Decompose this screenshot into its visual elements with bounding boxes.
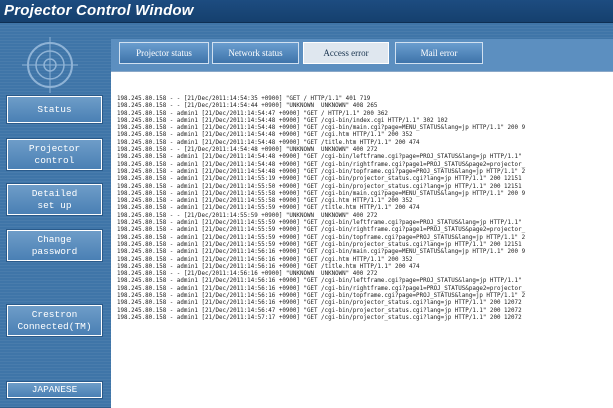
- tab-network-status[interactable]: Network status: [212, 42, 299, 64]
- log-line: 198.245.80.158 - admin1 [21/Dec/2011:14:…: [117, 293, 526, 300]
- access-log: 198.245.80.158 - - [21/Dec/2011:14:54:35…: [117, 96, 525, 322]
- log-line: 198.245.80.158 - admin1 [21/Dec/2011:14:…: [117, 249, 526, 256]
- log-line: 198.245.80.158 - admin1 [21/Dec/2011:14:…: [117, 190, 526, 197]
- log-line: 198.245.80.158 - admin1 [21/Dec/2011:14:…: [117, 198, 413, 205]
- log-line: 198.245.80.158 - - [21/Dec/2011:14:55:59…: [117, 212, 378, 219]
- sidebar-item-label: Change password: [31, 233, 78, 257]
- log-line: 198.245.80.158 - admin1 [21/Dec/2011:14:…: [117, 176, 522, 183]
- log-line: 198.245.80.158 - admin1 [21/Dec/2011:14:…: [117, 125, 526, 132]
- log-line: 198.245.80.158 - - [21/Dec/2011:14:54:35…: [117, 96, 371, 102]
- log-line: 198.245.80.158 - admin1 [21/Dec/2011:14:…: [117, 241, 522, 248]
- log-line: 198.245.80.158 - admin1 [21/Dec/2011:14:…: [117, 314, 522, 321]
- log-line: 198.245.80.158 - - [21/Dec/2011:14:56:16…: [117, 271, 378, 278]
- sidebar-item-status[interactable]: Status: [7, 96, 102, 123]
- log-line: 198.245.80.158 - admin1 [21/Dec/2011:14:…: [117, 161, 526, 168]
- log-line: 198.245.80.158 - admin1 [21/Dec/2011:14:…: [117, 132, 413, 139]
- title-bar: Projector Control Window: [0, 0, 613, 23]
- log-line: 198.245.80.158 - admin1 [21/Dec/2011:14:…: [117, 183, 522, 190]
- sidebar-item-label: Crestron Connected(TM): [17, 308, 92, 332]
- log-line: 198.245.80.158 - admin1 [21/Dec/2011:14:…: [117, 117, 448, 124]
- sidebar-item-crestron[interactable]: Crestron Connected(TM): [7, 305, 102, 336]
- log-line: 198.245.80.158 - admin1 [21/Dec/2011:14:…: [117, 256, 413, 263]
- log-line: 198.245.80.158 - admin1 [21/Dec/2011:14:…: [117, 139, 420, 146]
- tab-access-error[interactable]: Access error: [303, 42, 389, 64]
- sidebar-item-label: Status: [37, 103, 72, 115]
- window-title: Projector Control Window: [4, 2, 194, 19]
- sidebar-item-projector-control[interactable]: Projector control: [7, 139, 102, 170]
- sidebar-item-detailed-setup[interactable]: Detailed set up: [7, 184, 102, 215]
- access-log-panel: 198.245.80.158 - - [21/Dec/2011:14:54:35…: [111, 71, 613, 408]
- log-line: 198.245.80.158 - admin1 [21/Dec/2011:14:…: [117, 220, 522, 227]
- sidebar-item-label: Projector control: [28, 142, 81, 166]
- log-line: 198.245.80.158 - admin1 [21/Dec/2011:14:…: [117, 307, 522, 314]
- log-line: 198.245.80.158 - admin1 [21/Dec/2011:14:…: [117, 168, 526, 175]
- log-line: 198.245.80.158 - admin1 [21/Dec/2011:14:…: [117, 227, 526, 234]
- log-line: 198.245.80.158 - admin1 [21/Dec/2011:14:…: [117, 285, 526, 292]
- log-line: 198.245.80.158 - admin1 [21/Dec/2011:14:…: [117, 110, 388, 117]
- log-line: 198.245.80.158 - admin1 [21/Dec/2011:14:…: [117, 300, 522, 307]
- tab-projector-status[interactable]: Projector status: [119, 42, 209, 64]
- log-line: 198.245.80.158 - admin1 [21/Dec/2011:14:…: [117, 278, 522, 285]
- sidebar-item-label: Detailed set up: [31, 187, 78, 211]
- log-line: 198.245.80.158 - - [21/Dec/2011:14:54:44…: [117, 103, 378, 110]
- tab-mail-error[interactable]: Mail error: [395, 42, 483, 64]
- log-line: 198.245.80.158 - - [21/Dec/2011:14:54:48…: [117, 147, 378, 154]
- log-line: 198.245.80.158 - admin1 [21/Dec/2011:14:…: [117, 263, 420, 270]
- logo-icon: [22, 37, 78, 93]
- log-line: 198.245.80.158 - admin1 [21/Dec/2011:14:…: [117, 154, 522, 161]
- log-line: 198.245.80.158 - admin1 [21/Dec/2011:14:…: [117, 205, 420, 212]
- language-button-label: JAPANESE: [31, 384, 78, 395]
- sidebar-item-change-password[interactable]: Change password: [7, 230, 102, 261]
- log-line: 198.245.80.158 - admin1 [21/Dec/2011:14:…: [117, 234, 526, 241]
- language-button[interactable]: JAPANESE: [7, 382, 102, 398]
